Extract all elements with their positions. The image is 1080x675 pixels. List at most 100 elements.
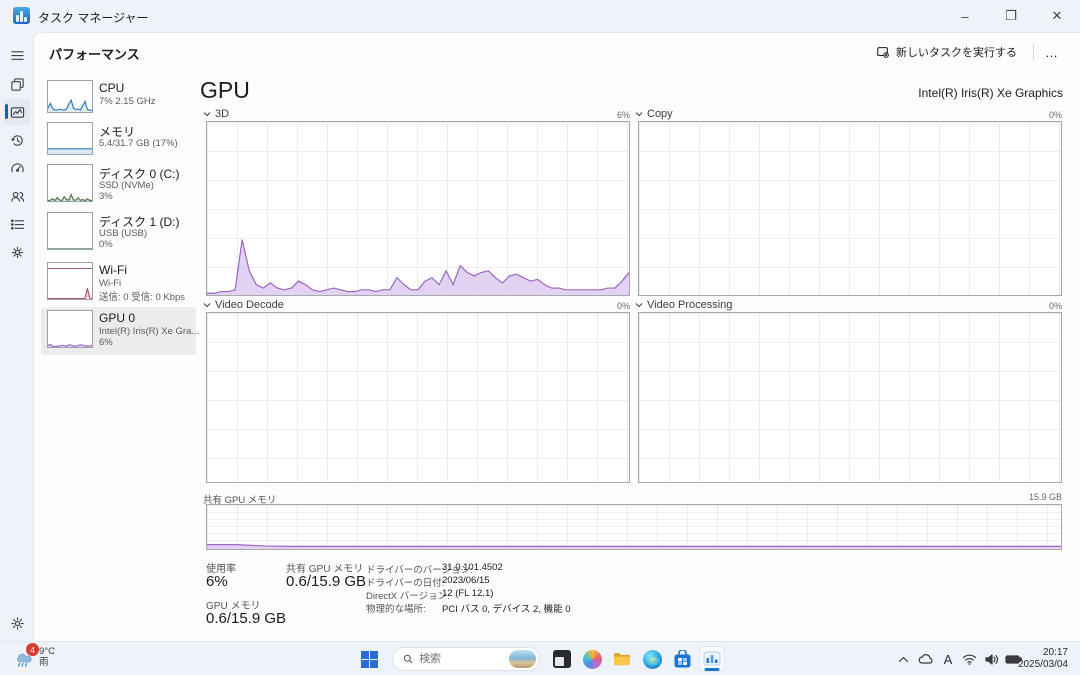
chart-pct-video-decode: 0% <box>616 301 630 311</box>
maximize-button[interactable]: ❐ <box>988 0 1034 32</box>
chevron-down-icon <box>203 303 211 308</box>
app-icon-window[interactable] <box>549 646 575 672</box>
sidebar-item-processes[interactable] <box>4 71 30 97</box>
directx-version-label: DirectX バージョン: <box>366 591 450 602</box>
settings-button[interactable] <box>4 610 30 636</box>
chevron-down-icon <box>635 112 643 117</box>
app-icon-copilot[interactable] <box>579 646 605 672</box>
directx-version-value: 12 (FL 12.1) <box>442 588 494 599</box>
perf-item-sub: SSD (NVMe) <box>99 180 154 191</box>
perf-item-name: CPU <box>99 81 125 95</box>
more-options-button[interactable]: … <box>1038 40 1066 64</box>
chart-label-video-decode[interactable]: Video Decode <box>203 299 284 311</box>
chart-label-video-processing[interactable]: Video Processing <box>635 299 732 311</box>
perf-item-sub2: 送信: 0 受信: 0 Kbps <box>99 292 186 303</box>
perf-item-disk1[interactable]: ディスク 1 (D:) USB (USB) 0% <box>41 209 196 257</box>
taskbar: 4 9°C 雨 検索 A 20:17 2025/03/04 <box>0 641 1080 675</box>
chart-pct-copy: 0% <box>1048 110 1062 120</box>
sidebar-item-details[interactable] <box>4 211 30 237</box>
task-manager-logo-icon <box>13 7 30 24</box>
chart-3d <box>206 121 630 296</box>
microsoft-store-icon <box>674 649 690 667</box>
perf-item-sub2: 3% <box>99 191 113 202</box>
tray-ime-mode[interactable]: A <box>938 646 958 672</box>
windows-logo-icon <box>360 650 378 668</box>
chevron-down-icon <box>203 112 211 117</box>
chevron-up-icon <box>898 656 908 662</box>
search-input[interactable] <box>419 653 504 665</box>
usage-value: 6% <box>206 573 228 590</box>
minimize-button[interactable]: – <box>942 0 988 32</box>
main-content: パフォーマンス 新しいタスクを実行する … CPU 7% 2.15 GHz メモ… <box>33 32 1080 641</box>
weather-widget[interactable]: 4 9°C 雨 <box>12 643 55 668</box>
run-new-task-label: 新しいタスクを実行する <box>896 47 1017 59</box>
startup-apps-icon <box>10 162 24 172</box>
weather-temp: 9°C <box>39 646 55 657</box>
cpu-mini-chart <box>47 80 93 113</box>
wifi-mini-chart <box>47 262 93 300</box>
sidebar-item-users[interactable] <box>4 183 30 209</box>
page-title: パフォーマンス <box>49 47 140 62</box>
tray-onedrive[interactable] <box>915 646 937 672</box>
gpu-adapter-name: Intel(R) Iris(R) Xe Graphics <box>918 86 1063 100</box>
perf-item-sub: 5.4/31.7 GB (17%) <box>99 138 178 149</box>
disk1-mini-chart <box>47 212 93 250</box>
run-new-task-button[interactable]: 新しいタスクを実行する <box>866 40 1027 64</box>
cloud-icon <box>918 654 933 664</box>
window-app-icon <box>553 650 571 668</box>
clock[interactable]: 20:17 2025/03/04 <box>1018 647 1068 671</box>
driver-version-value: 31.0.101.4502 <box>442 562 503 573</box>
selected-indicator <box>5 104 8 119</box>
tray-volume[interactable] <box>980 646 1002 672</box>
chart-shared-memory <box>206 504 1062 550</box>
sidebar-item-startup-apps[interactable] <box>4 155 30 181</box>
chart-label-3d[interactable]: 3D <box>203 108 229 120</box>
close-button[interactable]: ✕ <box>1034 0 1080 32</box>
app-icon-edge[interactable] <box>639 646 665 672</box>
sidebar-item-services[interactable] <box>4 239 30 265</box>
search-icon <box>403 654 413 664</box>
gpu-mini-chart <box>47 310 93 348</box>
search-highlight-image[interactable] <box>509 650 536 668</box>
hamburger-menu-button[interactable] <box>4 42 30 68</box>
sidebar-item-performance[interactable] <box>4 99 30 125</box>
app-icon-explorer[interactable] <box>609 646 635 672</box>
file-explorer-icon <box>614 653 630 666</box>
chevron-down-icon <box>635 303 643 308</box>
perf-item-name: Wi-Fi <box>99 263 127 277</box>
memory-mini-chart <box>47 122 93 155</box>
chart-pct-3d: 6% <box>616 110 630 120</box>
app-icon-store[interactable] <box>669 646 695 672</box>
shared-memory-max: 15.9 GB <box>1028 492 1062 502</box>
driver-date-value: 2023/06/15 <box>442 575 490 586</box>
perf-item-disk0[interactable]: ディスク 0 (C:) SSD (NVMe) 3% <box>41 161 196 209</box>
tray-wifi[interactable] <box>958 646 980 672</box>
sidebar-item-app-history[interactable] <box>4 127 30 153</box>
perf-item-wifi[interactable]: Wi-Fi Wi-Fi 送信: 0 受信: 0 Kbps <box>41 259 196 307</box>
title-bar: タスク マネージャー – ❐ ✕ <box>0 0 1080 32</box>
disk0-mini-chart <box>47 164 93 202</box>
tray-chevron-up[interactable] <box>893 646 913 672</box>
chart-pct-video-processing: 0% <box>1048 301 1062 311</box>
taskbar-search[interactable] <box>392 647 540 671</box>
windows-desktop: { "window": { "title": "タスク マネージャー", "co… <box>0 0 1080 675</box>
perf-item-cpu[interactable]: CPU 7% 2.15 GHz <box>41 77 196 119</box>
edge-icon <box>642 649 662 669</box>
perf-item-sub: Intel(R) Iris(R) Xe Gra... <box>99 326 200 337</box>
perf-item-sub: Wi-Fi <box>99 278 122 289</box>
weather-desc: 雨 <box>39 657 49 668</box>
perf-item-memory[interactable]: メモリ 5.4/31.7 GB (17%) <box>41 119 196 161</box>
gear-icon <box>10 616 24 630</box>
start-button[interactable] <box>356 646 382 672</box>
app-icon-task-manager[interactable] <box>699 646 725 672</box>
new-task-icon <box>877 47 889 58</box>
app-history-icon <box>10 134 23 146</box>
chart-video-processing <box>638 312 1062 483</box>
tray-date: 2025/03/04 <box>1017 659 1068 670</box>
services-icon <box>11 246 23 258</box>
perf-item-gpu0[interactable]: GPU 0 Intel(R) Iris(R) Xe Gra... 6% <box>41 307 200 355</box>
perf-item-sub: USB (USB) <box>99 228 148 239</box>
dedicated-memory-value: 0.6/15.9 GB <box>206 610 287 627</box>
speaker-icon <box>984 653 998 665</box>
chart-label-copy[interactable]: Copy <box>635 108 673 120</box>
